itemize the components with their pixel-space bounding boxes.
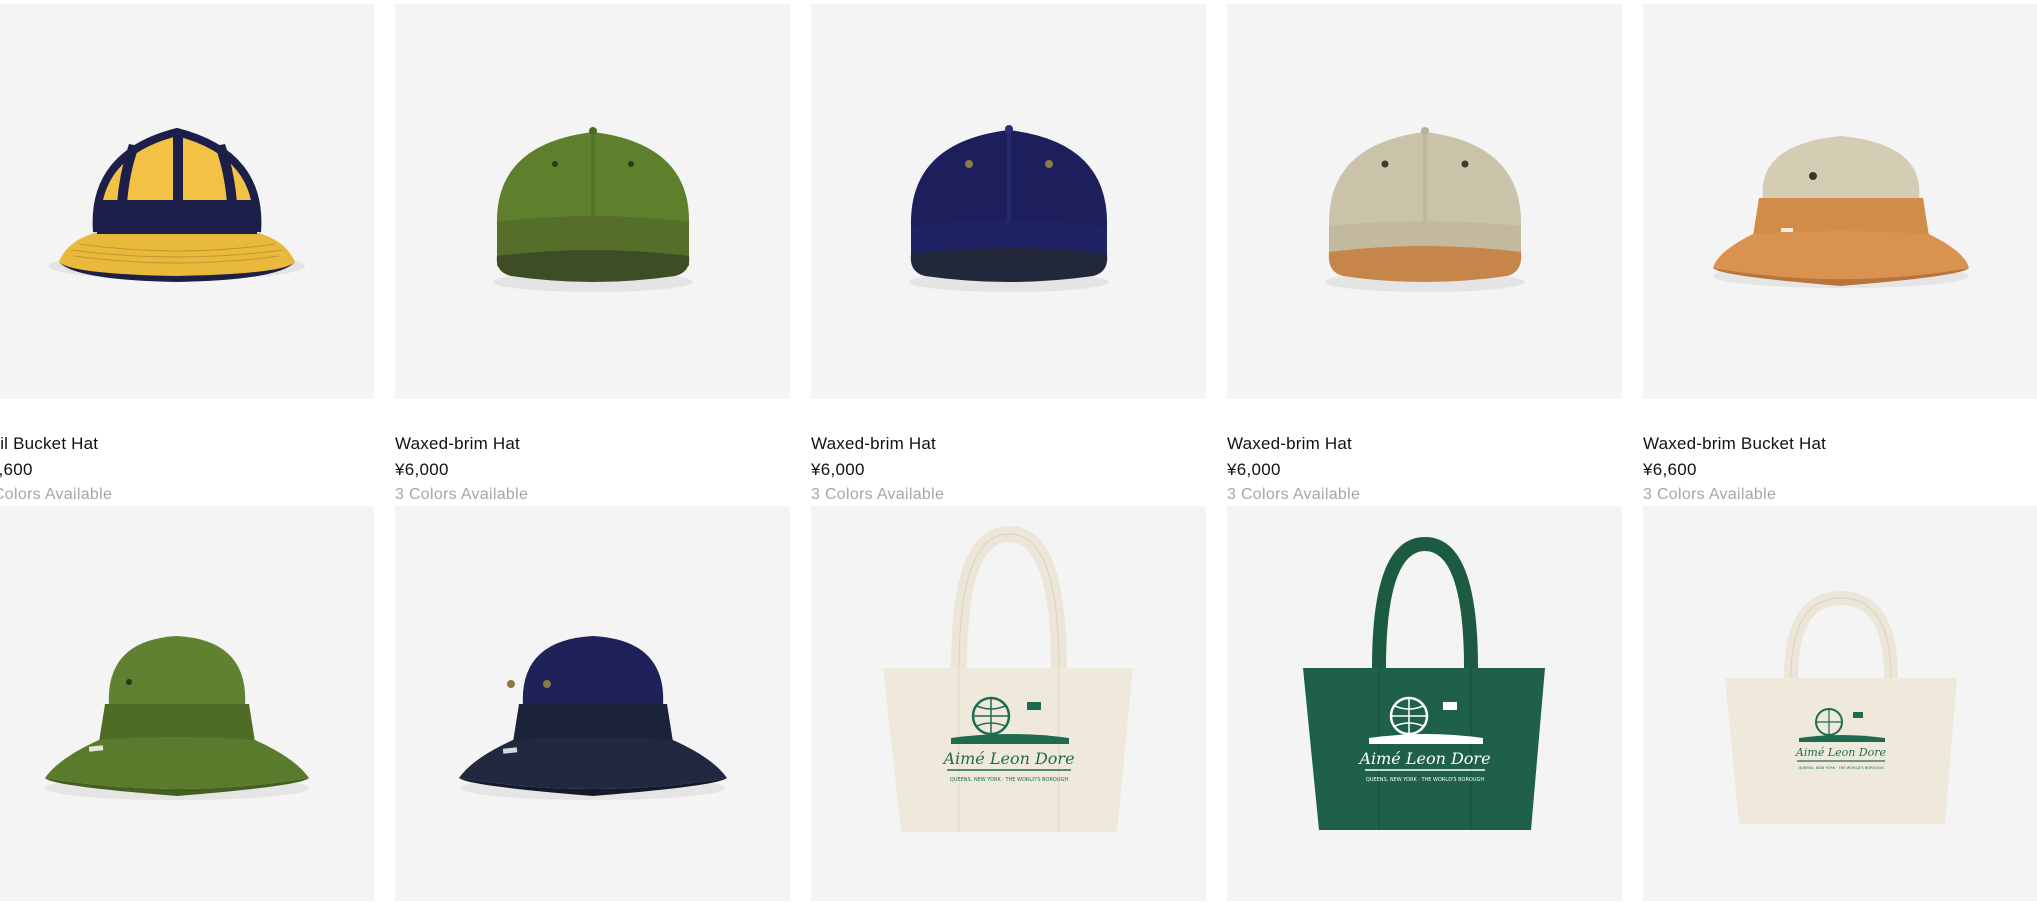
product-colors-available: 3 Colors Available [811, 486, 945, 503]
product-price: ¥6,600 [1643, 460, 1697, 479]
product-image[interactable] [1643, 4, 2037, 399]
tote-bag-green-large-icon: Aimé Leon Dore QUEENS, NEW YORK · THE WO… [1303, 536, 1545, 830]
product-colors-available: 3 Colors Available [1227, 486, 1361, 503]
product-card[interactable]: Waxed-brim Hat ¥6,000 3 Colors Available [395, 4, 790, 506]
product-name[interactable]: Waxed-brim Bucket Hat [1643, 432, 2037, 455]
bucket-hat-yellow-navy-icon [49, 127, 305, 282]
tote-logo-subtext: QUEENS, NEW YORK · THE WORLD'S BOROUGH [1798, 766, 1883, 770]
product-card[interactable] [0, 506, 374, 901]
product-card[interactable]: Aimé Leon Dore QUEENS, NEW YORK · THE WO… [1227, 506, 1622, 901]
product-image[interactable] [1227, 4, 1622, 399]
product-colors-available: 2 Colors Available [0, 486, 113, 503]
bucket-hat-khaki-orange-icon [1713, 136, 1969, 288]
product-image[interactable] [395, 4, 790, 399]
product-image[interactable] [395, 506, 790, 901]
product-image[interactable]: Aimé Leon Dore QUEENS, NEW YORK · THE WO… [1227, 506, 1622, 901]
product-image[interactable]: Aimé Leon Dore QUEENS, NEW YORK · THE WO… [1643, 506, 2037, 901]
tote-logo-subtext: QUEENS, NEW YORK · THE WORLD'S BOROUGH [1366, 777, 1485, 783]
product-name[interactable]: Waxed-brim Hat [1227, 432, 1622, 455]
product-colors-available: 3 Colors Available [395, 486, 529, 503]
product-card[interactable]: Waxed-brim Hat ¥6,000 3 Colors Available [1227, 4, 1622, 506]
product-colors-available: 3 Colors Available [1643, 486, 1777, 503]
product-image[interactable] [0, 4, 374, 399]
product-price: ¥6,600 [0, 460, 33, 479]
tote-logo-text: Aimé Leon Dore [941, 749, 1074, 768]
product-price: ¥6,000 [1227, 460, 1281, 479]
cap-green-icon [493, 127, 693, 292]
product-card[interactable]: Waxed-brim Bucket Hat ¥6,600 3 Colors Av… [1643, 4, 2037, 506]
product-price: ¥6,000 [395, 460, 449, 479]
bucket-hat-green-icon [45, 636, 309, 800]
bucket-hat-navy-icon [459, 636, 727, 800]
product-name[interactable]: Waxed-brim Hat [811, 432, 1206, 455]
product-image[interactable] [811, 4, 1206, 399]
tote-logo-text: Aimé Leon Dore [1795, 746, 1887, 759]
tote-bag-cream-large-icon: Aimé Leon Dore QUEENS, NEW YORK · THE WO… [883, 525, 1133, 832]
product-card[interactable] [395, 506, 790, 901]
tote-logo-subtext: QUEENS, NEW YORK · THE WORLD'S BOROUGH [950, 777, 1069, 783]
cap-khaki-icon [1325, 127, 1525, 292]
product-card[interactable]: Sail Bucket Hat ¥6,600 2 Colors Availabl… [0, 4, 374, 506]
tote-logo-text: Aimé Leon Dore [1357, 749, 1490, 768]
product-card[interactable]: Aimé Leon Dore QUEENS, NEW YORK · THE WO… [811, 506, 1206, 901]
product-card[interactable]: Waxed-brim Hat ¥6,000 3 Colors Available [811, 4, 1206, 506]
product-price: ¥6,000 [811, 460, 865, 479]
product-image[interactable] [0, 506, 374, 901]
cap-navy-icon [909, 125, 1109, 292]
tote-bag-cream-small-icon: Aimé Leon Dore QUEENS, NEW YORK · THE WO… [1725, 590, 1957, 824]
product-card[interactable]: Aimé Leon Dore QUEENS, NEW YORK · THE WO… [1643, 506, 2037, 901]
product-image[interactable]: Aimé Leon Dore QUEENS, NEW YORK · THE WO… [811, 506, 1206, 901]
product-name[interactable]: Waxed-brim Hat [395, 432, 790, 455]
product-name[interactable]: Sail Bucket Hat [0, 432, 374, 455]
